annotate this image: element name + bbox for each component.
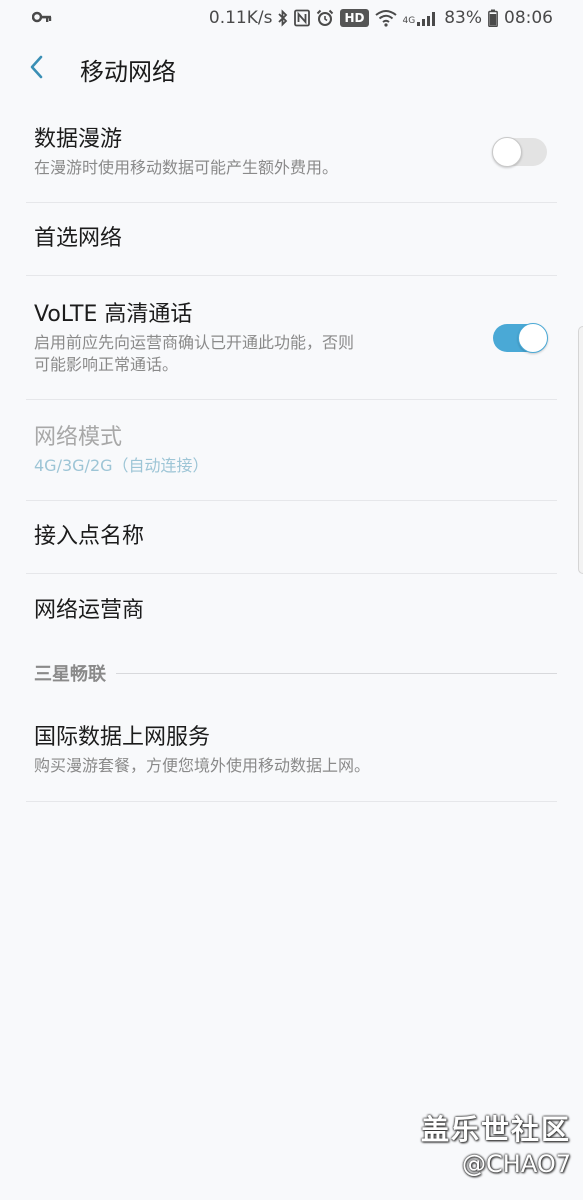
watermark: 盖乐世社区 @CHAO7 [421,1108,571,1178]
watermark-line1: 盖乐世社区 [420,1113,571,1146]
intl-data-row[interactable]: 国际数据上网服务 购买漫游套餐，方便您境外使用移动数据上网。 [26,699,557,802]
app-bar: 移动网络 [0,36,583,102]
watermark-line2: @CHAO7 [462,1150,571,1178]
intl-data-title: 国际数据上网服务 [34,725,211,750]
signal-icon: 4G [403,10,439,26]
network-speed: 0.11K/s [208,8,273,28]
network-mode-title: 网络模式 [34,425,123,450]
data-roaming-summary: 在漫游时使用移动数据可能产生额外费用。 [34,158,339,177]
row-text: 数据漫游 在漫游时使用移动数据可能产生额外费用。 [34,125,493,179]
apn-row[interactable]: 接入点名称 [26,501,557,574]
apn-title: 接入点名称 [34,524,145,549]
clock: 08:06 [504,8,553,28]
settings-list: 数据漫游 在漫游时使用移动数据可能产生额外费用。 首选网络 VoLTE 高清通话… [0,102,583,802]
screen: 0.11K/s HD 4G 83% 08:06 移动网络 数据漫游 在漫游时使用… [0,0,583,1200]
status-right: 0.11K/s HD 4G 83% 08:06 [209,8,553,28]
row-text: 网络运营商 [34,596,547,626]
switch-knob [518,322,548,353]
network-mode-value: 4G/3G/2G（自动连接） [34,456,209,475]
key-icon [31,8,52,28]
bluetooth-icon [278,9,288,27]
data-roaming-title: 数据漫游 [34,127,123,152]
preferred-network-row[interactable]: 首选网络 [26,203,557,276]
volte-switch[interactable] [493,322,548,353]
intl-data-summary: 购买漫游套餐，方便您境外使用移动数据上网。 [34,756,371,775]
row-text: 网络模式 4G/3G/2G（自动连接） [34,423,547,477]
volte-summary: 启用前应先向运营商确认已开通此功能，否则 可能影响正常通话。 [34,332,493,376]
battery-icon [488,9,498,27]
chevron-left-icon [28,54,44,84]
volte-summary-line2: 可能影响正常通话。 [34,354,179,374]
network-operator-row[interactable]: 网络运营商 [26,574,557,647]
row-text: 国际数据上网服务 购买漫游套餐，方便您境外使用移动数据上网。 [34,723,547,777]
battery-percent: 83% [444,8,482,28]
row-text: 接入点名称 [34,522,547,552]
volte-title: VoLTE 高清通话 [34,301,193,327]
data-roaming-row[interactable]: 数据漫游 在漫游时使用移动数据可能产生额外费用。 [26,102,557,203]
network-operator-title: 网络运营商 [34,597,145,623]
switch-knob [492,137,522,167]
row-text: 首选网络 [34,224,547,254]
page-title: 移动网络 [80,57,176,86]
nfc-icon [294,9,311,27]
section-divider [116,672,557,674]
hd-badge: HD [340,9,369,27]
alarm-icon [316,9,334,27]
network-type: 4G [402,16,416,26]
section-header: 三星畅联 [34,647,557,699]
data-roaming-switch[interactable] [492,137,547,167]
status-left [31,8,52,28]
network-mode-row: 网络模式 4G/3G/2G（自动连接） [26,400,557,501]
back-button[interactable] [0,36,80,102]
wifi-icon [374,9,397,27]
scroll-indicator[interactable] [578,326,583,574]
status-bar: 0.11K/s HD 4G 83% 08:06 [0,0,583,36]
section-label: 三星畅联 [34,664,106,685]
preferred-network-title: 首选网络 [34,226,123,251]
volte-summary-line1: 启用前应先向运营商确认已开通此功能，否则 [34,332,355,352]
volte-row[interactable]: VoLTE 高清通话 启用前应先向运营商确认已开通此功能，否则 可能影响正常通话… [26,276,557,400]
row-text: VoLTE 高清通话 启用前应先向运营商确认已开通此功能，否则 可能影响正常通话… [34,300,493,376]
